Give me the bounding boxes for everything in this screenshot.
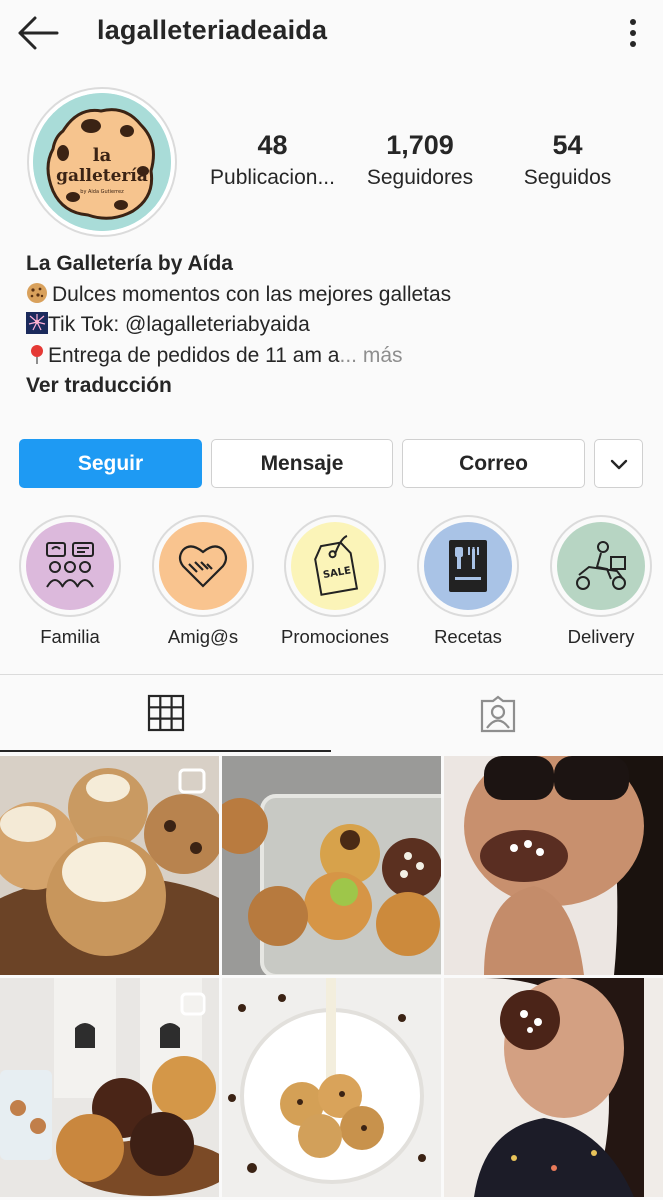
- highlight-delivery-cover: [557, 522, 645, 610]
- svg-text:galletería: galletería: [56, 166, 148, 186]
- see-translation-link[interactable]: Ver traducción: [26, 371, 646, 402]
- post-thumbnail[interactable]: [222, 756, 441, 975]
- stat-following-value: 54: [552, 130, 583, 160]
- post-photo-coffee-cookies: [0, 978, 219, 1197]
- svg-text:by Aida Gutierrez: by Aida Gutierrez: [80, 189, 124, 195]
- highlight-promociones-cover: SALE: [291, 522, 379, 610]
- post-thumbnail[interactable]: [222, 978, 441, 1197]
- posts-grid: [0, 756, 663, 1200]
- chevron-down-icon: [610, 459, 627, 469]
- bio-more-link[interactable]: ... más: [340, 344, 403, 367]
- grid-icon: [147, 694, 184, 731]
- handshake-heart-icon: [178, 545, 228, 588]
- stat-followers-value: 1,709: [386, 130, 454, 160]
- highlight-recetas[interactable]: Recetas: [413, 515, 523, 648]
- highlight-familia-cover: [26, 522, 114, 610]
- highlight-familia-label: Familia: [40, 626, 100, 647]
- highlight-familia[interactable]: Familia: [15, 515, 125, 648]
- stat-posts-value: 48: [257, 130, 288, 160]
- bio-line-1-text: Dulces momentos con las mejores galletas: [52, 282, 452, 306]
- post-photo-cookie-tray: [222, 756, 441, 975]
- fireworks-emoji-icon: [26, 312, 48, 334]
- profile-username: lagalleteriadeaida: [97, 15, 328, 45]
- stat-following-label: Seguidos: [523, 166, 612, 189]
- bio-line-2-text[interactable]: Tik Tok: @lagalleteriabyaida: [48, 313, 310, 336]
- post-thumbnail[interactable]: [444, 756, 663, 975]
- highlight-amigos-cover: [159, 522, 247, 610]
- post-photo-cookies: [0, 756, 219, 975]
- stat-following[interactable]: 54 Seguidos: [500, 128, 635, 194]
- post-photo-girl-cookie-eye: [444, 978, 663, 1197]
- stat-followers-label: Seguidores: [366, 166, 474, 189]
- highlight-ring: [550, 515, 652, 617]
- tagged-person-icon: [480, 695, 515, 732]
- top-bar: lagalleteriadeaida: [0, 0, 663, 66]
- pin-emoji-icon: [31, 344, 43, 364]
- avatar[interactable]: la galletería by Aida Gutierrez: [27, 87, 177, 237]
- cookie-emoji-icon: [27, 282, 47, 303]
- highlight-recetas-label: Recetas: [434, 626, 502, 647]
- message-button[interactable]: Mensaje: [211, 439, 393, 488]
- post-thumbnail[interactable]: [0, 978, 219, 1197]
- profile-stats: 48 Publicacion... 1,709 Seguidores 54 Se…: [195, 128, 635, 198]
- profile-display-name: La Galletería by Aída: [26, 252, 233, 275]
- kebab-menu-icon[interactable]: [618, 16, 648, 50]
- email-button[interactable]: Correo: [402, 439, 585, 488]
- highlight-delivery-label: Delivery: [567, 626, 635, 647]
- stat-followers[interactable]: 1,709 Seguidores: [350, 128, 490, 194]
- tab-posts-grid[interactable]: [0, 675, 331, 752]
- suggested-dropdown-button[interactable]: [594, 439, 643, 488]
- profile-bio: La Galletería by Aída Dulces momentos co…: [26, 249, 646, 402]
- highlight-ring: [152, 515, 254, 617]
- recipe-book-icon: [449, 540, 487, 592]
- highlight-ring: [417, 515, 519, 617]
- post-thumbnail[interactable]: [0, 756, 219, 975]
- highlight-ring: [19, 515, 121, 617]
- family-icon: [46, 542, 94, 588]
- svg-text:la: la: [93, 145, 112, 166]
- highlight-amigos[interactable]: Amig@s: [148, 515, 258, 648]
- highlight-promociones[interactable]: SALE Promociones: [280, 515, 390, 648]
- highlight-delivery[interactable]: Delivery: [546, 515, 656, 648]
- delivery-scooter-icon: [576, 541, 626, 590]
- stat-posts-label: Publicacion...: [210, 166, 335, 189]
- highlight-ring: SALE: [284, 515, 386, 617]
- bio-line-2: Tik Tok: @lagalleteriabyaida: [26, 310, 646, 341]
- svg-text:SALE: SALE: [322, 565, 352, 581]
- bio-line-1: Dulces momentos con las mejores galletas: [26, 280, 646, 311]
- sale-tag-icon: SALE: [314, 535, 359, 596]
- avatar-logo: la galletería by Aida Gutierrez: [33, 93, 171, 231]
- highlight-recetas-cover: [424, 522, 512, 610]
- highlight-amigos-label: Amig@s: [167, 626, 239, 647]
- post-photo-girl-eating: [444, 756, 663, 975]
- follow-button[interactable]: Seguir: [19, 439, 202, 488]
- bio-line-3: Entrega de pedidos de 11 am a... más: [26, 341, 646, 372]
- arrow-left-icon[interactable]: [16, 14, 60, 52]
- stat-posts[interactable]: 48 Publicacion...: [195, 128, 350, 194]
- highlight-promociones-label: Promociones: [281, 626, 389, 647]
- tab-tagged[interactable]: [332, 675, 663, 752]
- post-thumbnail[interactable]: [444, 978, 663, 1197]
- post-photo-cookies-milk: [222, 978, 441, 1197]
- bio-line-3-text: Entrega de pedidos de 11 am a: [48, 343, 340, 367]
